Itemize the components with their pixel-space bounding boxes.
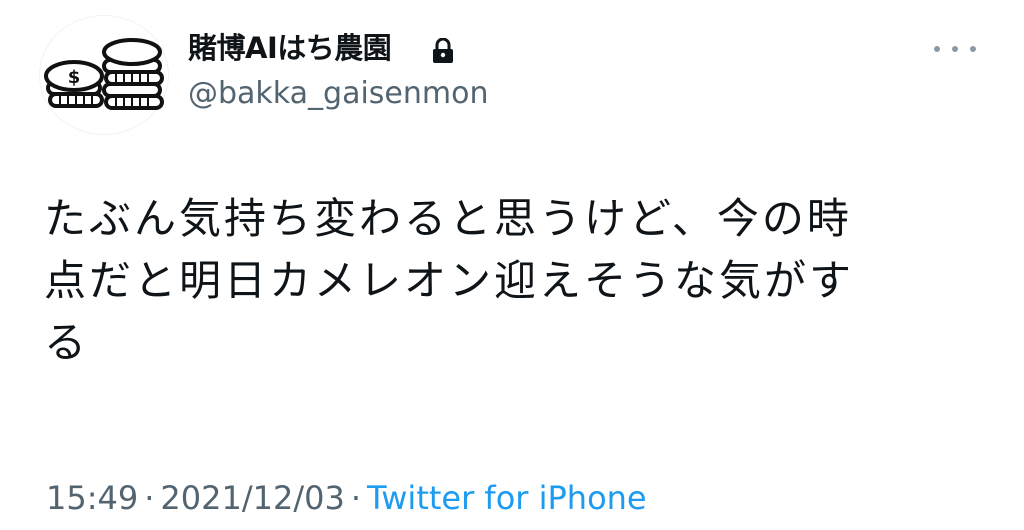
svg-text:$: $ xyxy=(68,67,81,88)
more-dot-icon xyxy=(970,46,976,52)
tweet-source-link[interactable]: Twitter for iPhone xyxy=(367,479,647,517)
more-options-button[interactable] xyxy=(930,34,980,64)
avatar[interactable]: $ xyxy=(40,16,168,134)
more-dot-icon xyxy=(952,46,958,52)
tweet-text-line: る xyxy=(44,318,90,367)
meta-separator: · xyxy=(350,479,361,517)
meta-separator: · xyxy=(144,479,155,517)
coin-stacks-icon: $ xyxy=(44,38,164,110)
tweet-time[interactable]: 15:49 xyxy=(46,479,138,517)
tweet-meta: 15:49 · 2021/12/03 · Twitter for iPhone xyxy=(46,478,647,518)
more-dot-icon xyxy=(934,46,940,52)
tweet-text-line: 点だと明日カメレオン迎えそうな気がす xyxy=(44,256,855,305)
display-name[interactable]: 賭博AIはち農園 xyxy=(188,30,392,66)
tweet-text-line: たぶん気持ち変わると思うけど、今の時 xyxy=(44,194,852,243)
lock-icon xyxy=(433,38,453,63)
tweet-text: たぶん気持ち変わると思うけど、今の時 点だと明日カメレオン迎えそうな気がす る xyxy=(44,188,984,374)
tweet-date[interactable]: 2021/12/03 xyxy=(160,479,344,517)
user-handle[interactable]: @bakka_gaisenmon xyxy=(188,76,488,112)
